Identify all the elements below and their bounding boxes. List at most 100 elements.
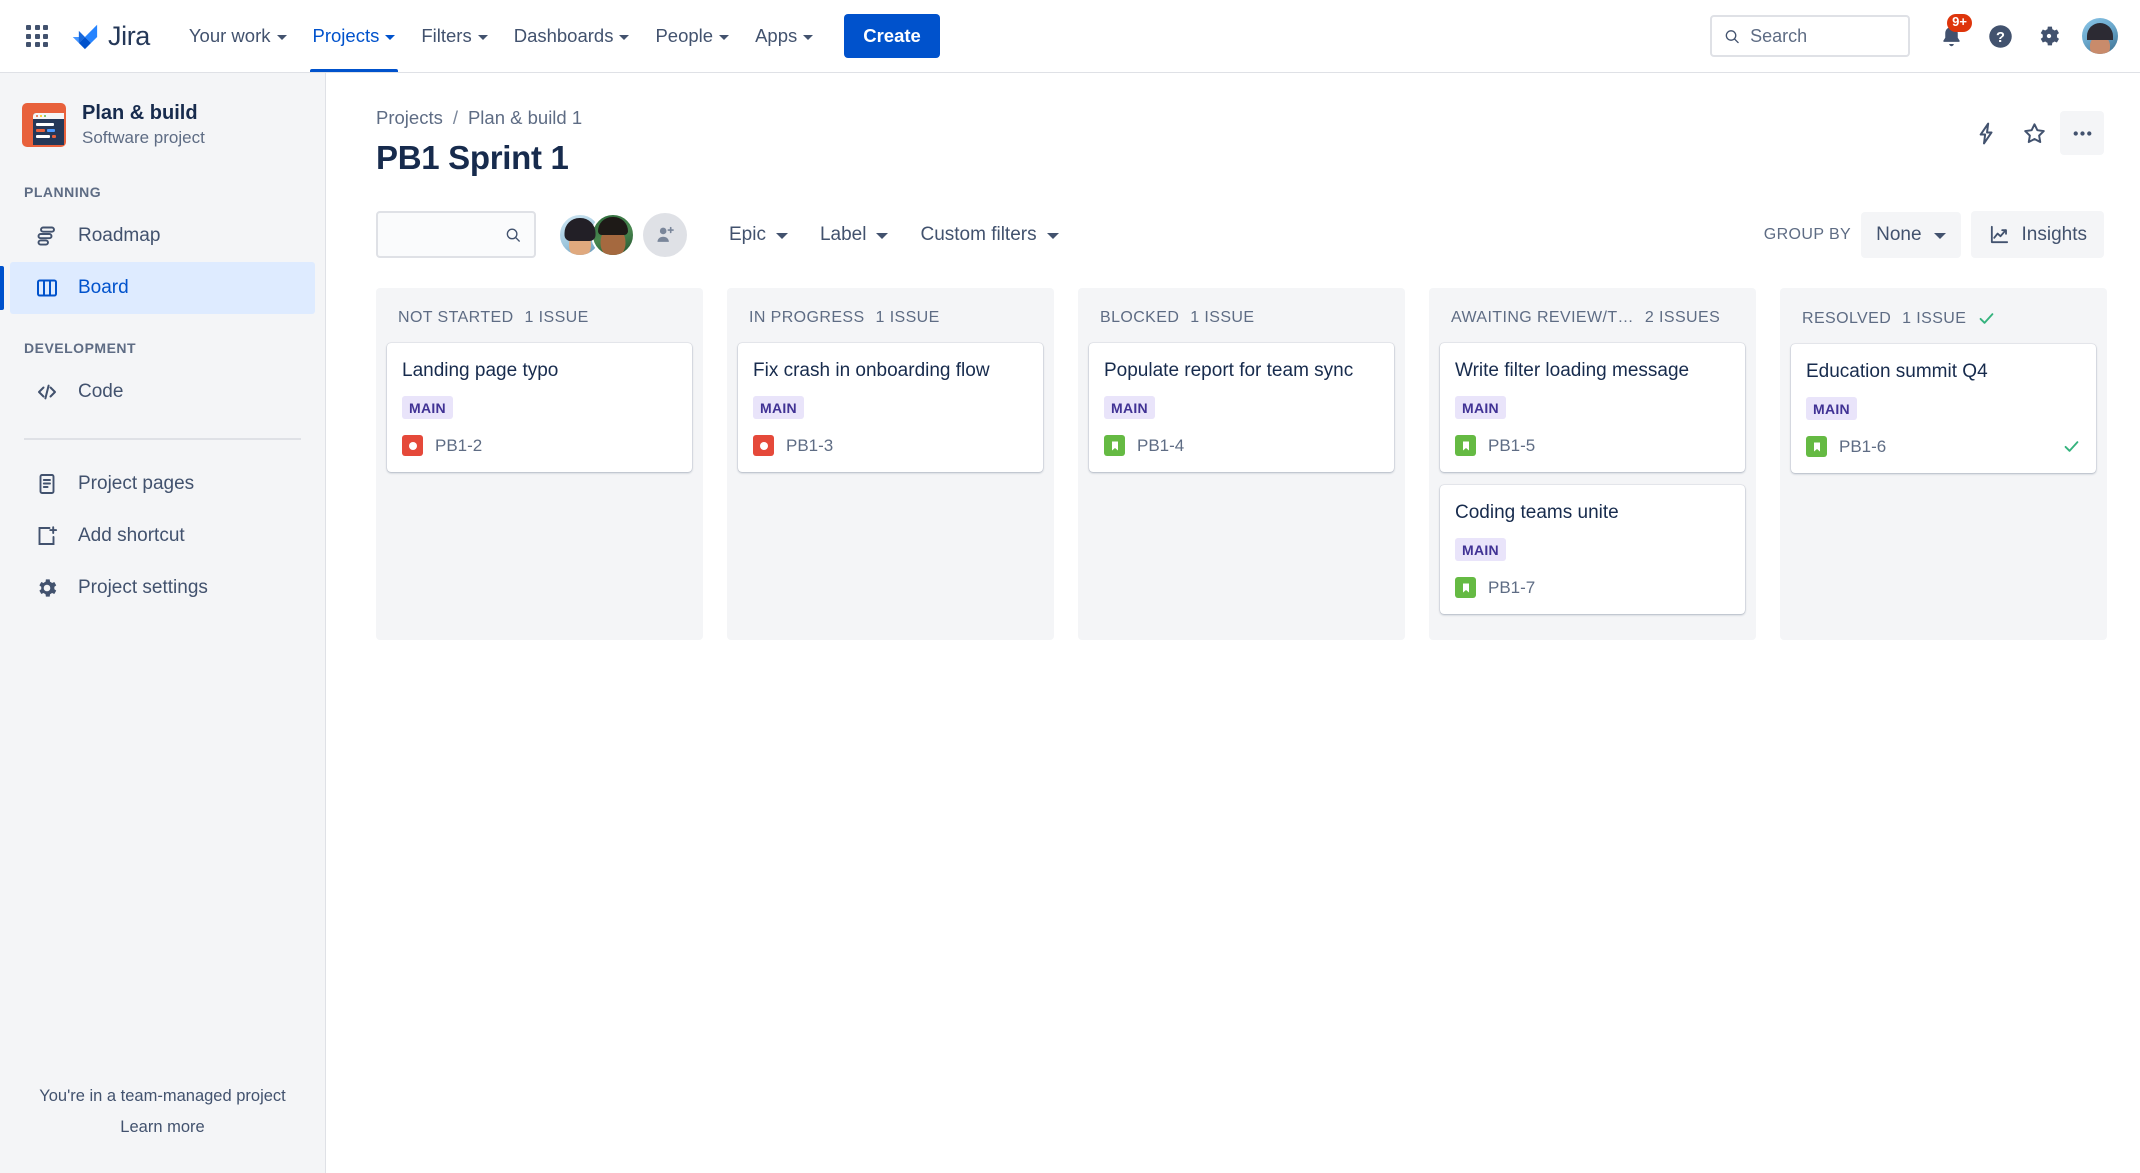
breadcrumb-item-projects[interactable]: Projects bbox=[376, 107, 443, 129]
sidebar-item-label: Project settings bbox=[78, 577, 208, 598]
chevron-down-icon bbox=[477, 34, 488, 40]
epic-tag[interactable]: MAIN bbox=[753, 396, 804, 420]
create-button[interactable]: Create bbox=[844, 14, 940, 58]
user-avatar[interactable] bbox=[2082, 18, 2118, 54]
sidebar-item-project-pages[interactable]: Project pages bbox=[10, 458, 315, 510]
app-switcher-button[interactable] bbox=[18, 17, 56, 55]
settings-button[interactable] bbox=[2027, 14, 2071, 58]
sidebar-item-add-shortcut[interactable]: Add shortcut bbox=[10, 510, 315, 562]
more-options-icon bbox=[2073, 130, 2091, 136]
topnav-right-actions: 9+ ? bbox=[1710, 14, 2118, 58]
add-shortcut-icon bbox=[34, 523, 60, 549]
nav-item-people[interactable]: People bbox=[642, 0, 742, 72]
column-done-check-icon bbox=[1979, 313, 1994, 324]
sidebar-section-development-label: DEVELOPMENT bbox=[24, 340, 137, 356]
column-count: 1 ISSUE bbox=[1902, 309, 1967, 327]
breadcrumb-separator: / bbox=[452, 107, 458, 128]
help-button[interactable]: ? bbox=[1978, 14, 2022, 58]
issue-card[interactable]: Coding teams unite MAIN PB1-7 bbox=[1440, 485, 1745, 615]
user-avatar-2[interactable] bbox=[591, 212, 635, 257]
issue-key: PB1-2 bbox=[435, 435, 483, 455]
more-options-button[interactable] bbox=[2060, 111, 2104, 155]
notification-badge: 9+ bbox=[1947, 14, 1972, 32]
assignee-avatar-group bbox=[558, 212, 687, 257]
issue-title: Coding teams unite bbox=[1455, 502, 1619, 524]
issue-card[interactable]: Landing page typo MAIN PB1-2 bbox=[387, 343, 692, 473]
nav-item-filters[interactable]: Filters bbox=[408, 0, 500, 72]
board-column-in-progress: IN PROGRESS 1 ISSUE Fix crash in onboard… bbox=[727, 288, 1054, 640]
sidebar-item-code[interactable]: Code bbox=[10, 366, 315, 418]
trend-chart-icon bbox=[1990, 225, 2008, 244]
bug-type-icon bbox=[753, 435, 774, 457]
group-by-value: None bbox=[1876, 223, 1922, 245]
column-count: 1 ISSUE bbox=[1190, 309, 1255, 326]
issue-title: Populate report for team sync bbox=[1104, 360, 1354, 381]
global-search-input[interactable] bbox=[1750, 25, 1896, 47]
global-search-box[interactable] bbox=[1710, 15, 1910, 57]
epic-tag[interactable]: MAIN bbox=[1455, 538, 1506, 562]
chevron-down-icon bbox=[876, 233, 889, 239]
story-type-icon bbox=[1104, 435, 1125, 457]
page-title: PB1 Sprint 1 bbox=[376, 139, 569, 176]
add-person-button[interactable] bbox=[643, 212, 687, 257]
board-search-box[interactable] bbox=[376, 211, 536, 258]
filter-epic-dropdown[interactable]: Epic bbox=[715, 213, 802, 257]
sidebar-item-roadmap[interactable]: Roadmap bbox=[10, 210, 315, 262]
kanban-board: NOT STARTED 1 ISSUE Landing page typo MA… bbox=[376, 288, 2107, 640]
column-name: NOT STARTED bbox=[398, 309, 514, 326]
filter-label-dropdown[interactable]: Label bbox=[806, 213, 903, 257]
sidebar-development-items: Code bbox=[0, 366, 325, 418]
epic-tag[interactable]: MAIN bbox=[1104, 396, 1155, 420]
project-sidebar: Plan & build Software project PLANNING R… bbox=[0, 73, 326, 1173]
column-count: 2 ISSUES bbox=[1644, 309, 1721, 326]
user-avatar-1[interactable] bbox=[558, 212, 602, 257]
board-search-input[interactable] bbox=[391, 224, 497, 245]
filter-custom-dropdown[interactable]: Custom filters bbox=[906, 213, 1072, 257]
nav-item-dashboards[interactable]: Dashboards bbox=[501, 0, 643, 72]
lightning-bolt-icon bbox=[1979, 122, 1992, 144]
chevron-down-icon bbox=[719, 34, 730, 40]
nav-item-apps[interactable]: Apps bbox=[742, 0, 826, 72]
help-circle-icon: ? bbox=[1988, 24, 2012, 48]
chevron-down-icon bbox=[1046, 233, 1059, 239]
column-name: AWAITING REVIEW/T… bbox=[1451, 309, 1634, 326]
issue-card[interactable]: Fix crash in onboarding flow MAIN PB1-3 bbox=[738, 343, 1043, 473]
group-by-dropdown[interactable]: None bbox=[1861, 211, 1961, 258]
star-favorite-button[interactable] bbox=[2012, 111, 2056, 155]
notifications-button[interactable]: 9+ bbox=[1929, 14, 1973, 58]
epic-tag[interactable]: MAIN bbox=[1806, 397, 1857, 421]
nav-item-projects[interactable]: Projects bbox=[300, 0, 409, 72]
issue-key: PB1-6 bbox=[1839, 436, 1887, 456]
issue-title: Write filter loading message bbox=[1455, 360, 1690, 381]
gear-icon bbox=[34, 575, 60, 601]
issue-card[interactable]: Write filter loading message MAIN PB1-5 bbox=[1440, 343, 1745, 473]
lightning-bolt-button[interactable] bbox=[1964, 111, 2008, 155]
column-name: RESOLVED bbox=[1802, 309, 1892, 327]
toolbar-right-controls: GROUP BY None Insights bbox=[1764, 211, 2104, 258]
epic-tag[interactable]: MAIN bbox=[1455, 396, 1506, 420]
chevron-down-icon bbox=[1933, 233, 1946, 239]
insights-button[interactable]: Insights bbox=[1970, 211, 2104, 258]
jira-home-link[interactable]: Jira bbox=[69, 21, 150, 52]
chevron-down-icon bbox=[276, 34, 287, 40]
issue-title: Education summit Q4 bbox=[1806, 361, 1988, 382]
sidebar-item-label: Board bbox=[78, 277, 129, 298]
chevron-down-icon bbox=[775, 233, 788, 239]
chevron-down-icon bbox=[385, 34, 396, 40]
project-header[interactable]: Plan & build Software project bbox=[0, 101, 325, 148]
issue-card[interactable]: Populate report for team sync MAIN PB1-4 bbox=[1089, 343, 1394, 473]
story-type-icon bbox=[1455, 435, 1476, 457]
chevron-down-icon bbox=[619, 34, 630, 40]
project-avatar-icon bbox=[22, 102, 66, 147]
breadcrumb-item-project[interactable]: Plan & build 1 bbox=[468, 107, 582, 129]
issue-footer: PB1-5 bbox=[1455, 435, 1730, 457]
learn-more-link[interactable]: Learn more bbox=[20, 1118, 305, 1137]
issue-card[interactable]: Education summit Q4 MAIN PB1-6 bbox=[1791, 344, 2096, 474]
sidebar-item-board[interactable]: Board bbox=[0, 262, 315, 314]
sidebar-item-project-settings[interactable]: Project settings bbox=[10, 562, 315, 614]
nav-item-your-work[interactable]: Your work bbox=[176, 0, 300, 72]
epic-tag[interactable]: MAIN bbox=[402, 396, 453, 420]
column-count: 1 ISSUE bbox=[524, 309, 589, 326]
filter-label: Custom filters bbox=[920, 223, 1037, 245]
column-header: RESOLVED 1 ISSUE bbox=[1791, 300, 2096, 344]
